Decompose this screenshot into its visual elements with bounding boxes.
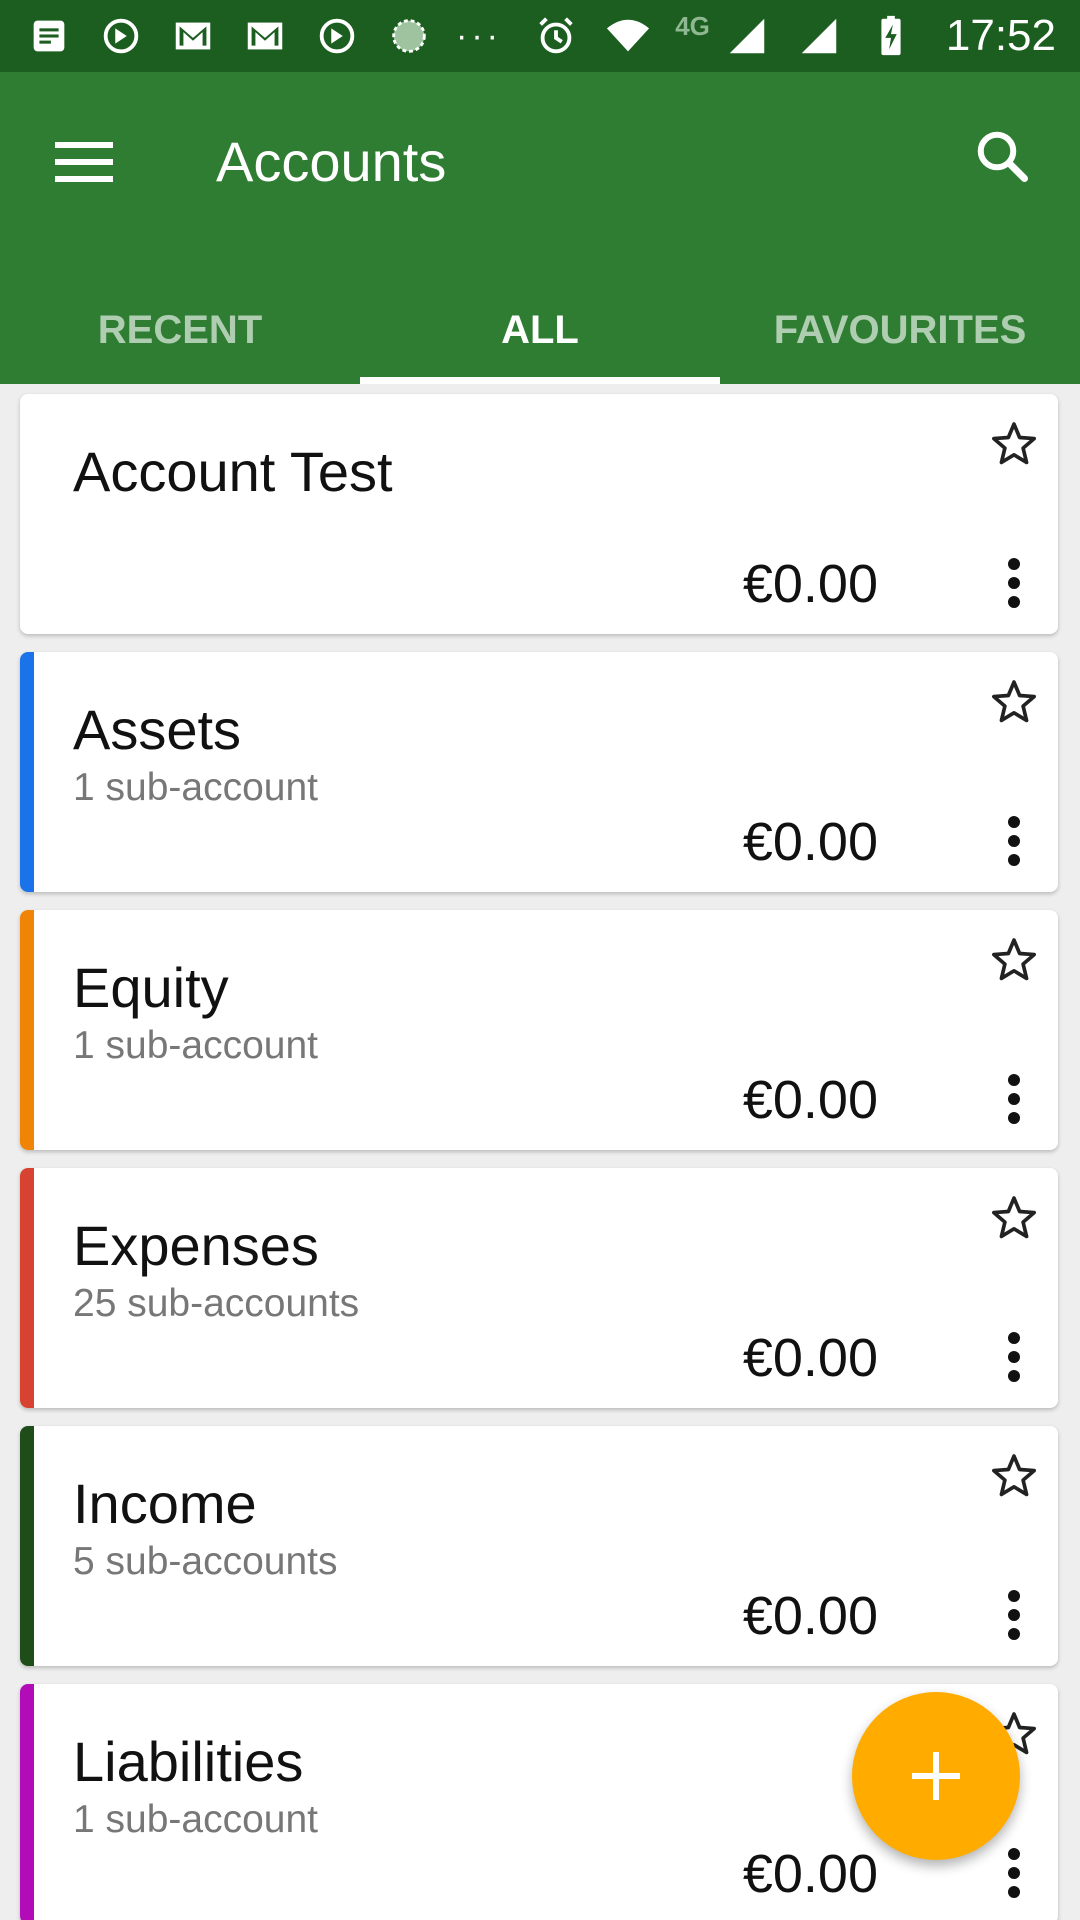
account-balance: €0.00	[742, 812, 878, 872]
account-name: Account Test	[73, 440, 393, 503]
sync-icon	[312, 11, 362, 61]
account-card[interactable]: Equity 1 sub-account €0.00	[20, 910, 1058, 1150]
favourite-star-icon[interactable]	[982, 1444, 1046, 1508]
battery-charging-icon	[866, 11, 916, 61]
account-balance: €0.00	[742, 1070, 878, 1130]
account-name: Assets	[73, 698, 242, 761]
account-subaccounts: 25 sub-accounts	[73, 1282, 360, 1325]
hamburger-menu-icon	[55, 142, 113, 182]
more-options-icon[interactable]	[982, 804, 1046, 878]
account-subaccounts: 5 sub-accounts	[73, 1540, 338, 1583]
account-list: Account Test €0.00 Assets 1 sub-account …	[0, 384, 1080, 1920]
clock: 17:52	[945, 11, 1056, 60]
tab-favourites[interactable]: FAVOURITES	[720, 276, 1080, 384]
account-color-bar	[20, 1168, 34, 1408]
notes-icon	[24, 11, 74, 61]
favourite-star-icon[interactable]	[982, 1186, 1046, 1250]
app-bar: Accounts RECENT ALL FAVOURITES	[0, 72, 1080, 384]
account-card[interactable]: Income 5 sub-accounts €0.00	[20, 1426, 1058, 1666]
signal-icon	[794, 11, 844, 61]
search-button[interactable]	[960, 114, 1044, 198]
account-subaccounts: 1 sub-account	[73, 766, 318, 809]
account-subaccounts: 1 sub-account	[73, 1798, 318, 1841]
account-balance: €0.00	[742, 1328, 878, 1388]
account-color-bar	[20, 1426, 34, 1666]
wifi-icon	[603, 11, 653, 61]
account-card[interactable]: Account Test €0.00	[20, 394, 1058, 634]
more-options-icon[interactable]	[982, 1062, 1046, 1136]
add-account-button[interactable]	[852, 1692, 1020, 1860]
gmail-icon	[168, 11, 218, 61]
favourite-star-icon[interactable]	[982, 670, 1046, 734]
alarm-icon	[531, 11, 581, 61]
sync-icon	[96, 11, 146, 61]
signal-icon	[722, 11, 772, 61]
more-notifications-icon: ···	[456, 17, 502, 55]
tab-bar: RECENT ALL FAVOURITES	[0, 276, 1080, 384]
tab-all[interactable]: ALL	[360, 276, 720, 384]
account-name: Expenses	[73, 1214, 319, 1277]
account-name: Income	[73, 1472, 257, 1535]
menu-button[interactable]	[42, 120, 126, 204]
account-color-bar	[20, 1684, 34, 1920]
favourite-star-icon[interactable]	[982, 412, 1046, 476]
account-name: Equity	[73, 956, 229, 1019]
account-subaccounts: 1 sub-account	[73, 1024, 318, 1067]
account-color-bar	[20, 910, 34, 1150]
gmail-icon	[240, 11, 290, 61]
account-color-bar	[20, 652, 34, 892]
more-options-icon[interactable]	[982, 1578, 1046, 1652]
account-color-bar	[20, 394, 34, 634]
account-balance: €0.00	[742, 1844, 878, 1904]
loading-icon	[384, 11, 434, 61]
network-type: 4G	[675, 10, 710, 41]
search-icon	[977, 131, 1028, 182]
page-title: Accounts	[216, 130, 447, 193]
account-balance: €0.00	[742, 554, 878, 614]
plus-icon	[912, 1752, 960, 1800]
account-card[interactable]: Assets 1 sub-account €0.00	[20, 652, 1058, 892]
account-name: Liabilities	[73, 1730, 304, 1793]
more-options-icon[interactable]	[982, 1836, 1046, 1910]
favourite-star-icon[interactable]	[982, 928, 1046, 992]
account-card[interactable]: Expenses 25 sub-accounts €0.00	[20, 1168, 1058, 1408]
tab-recent[interactable]: RECENT	[0, 276, 360, 384]
more-options-icon[interactable]	[982, 546, 1046, 620]
more-options-icon[interactable]	[982, 1320, 1046, 1394]
account-balance: €0.00	[742, 1586, 878, 1646]
status-bar: ··· 4G 17:52	[0, 0, 1080, 72]
